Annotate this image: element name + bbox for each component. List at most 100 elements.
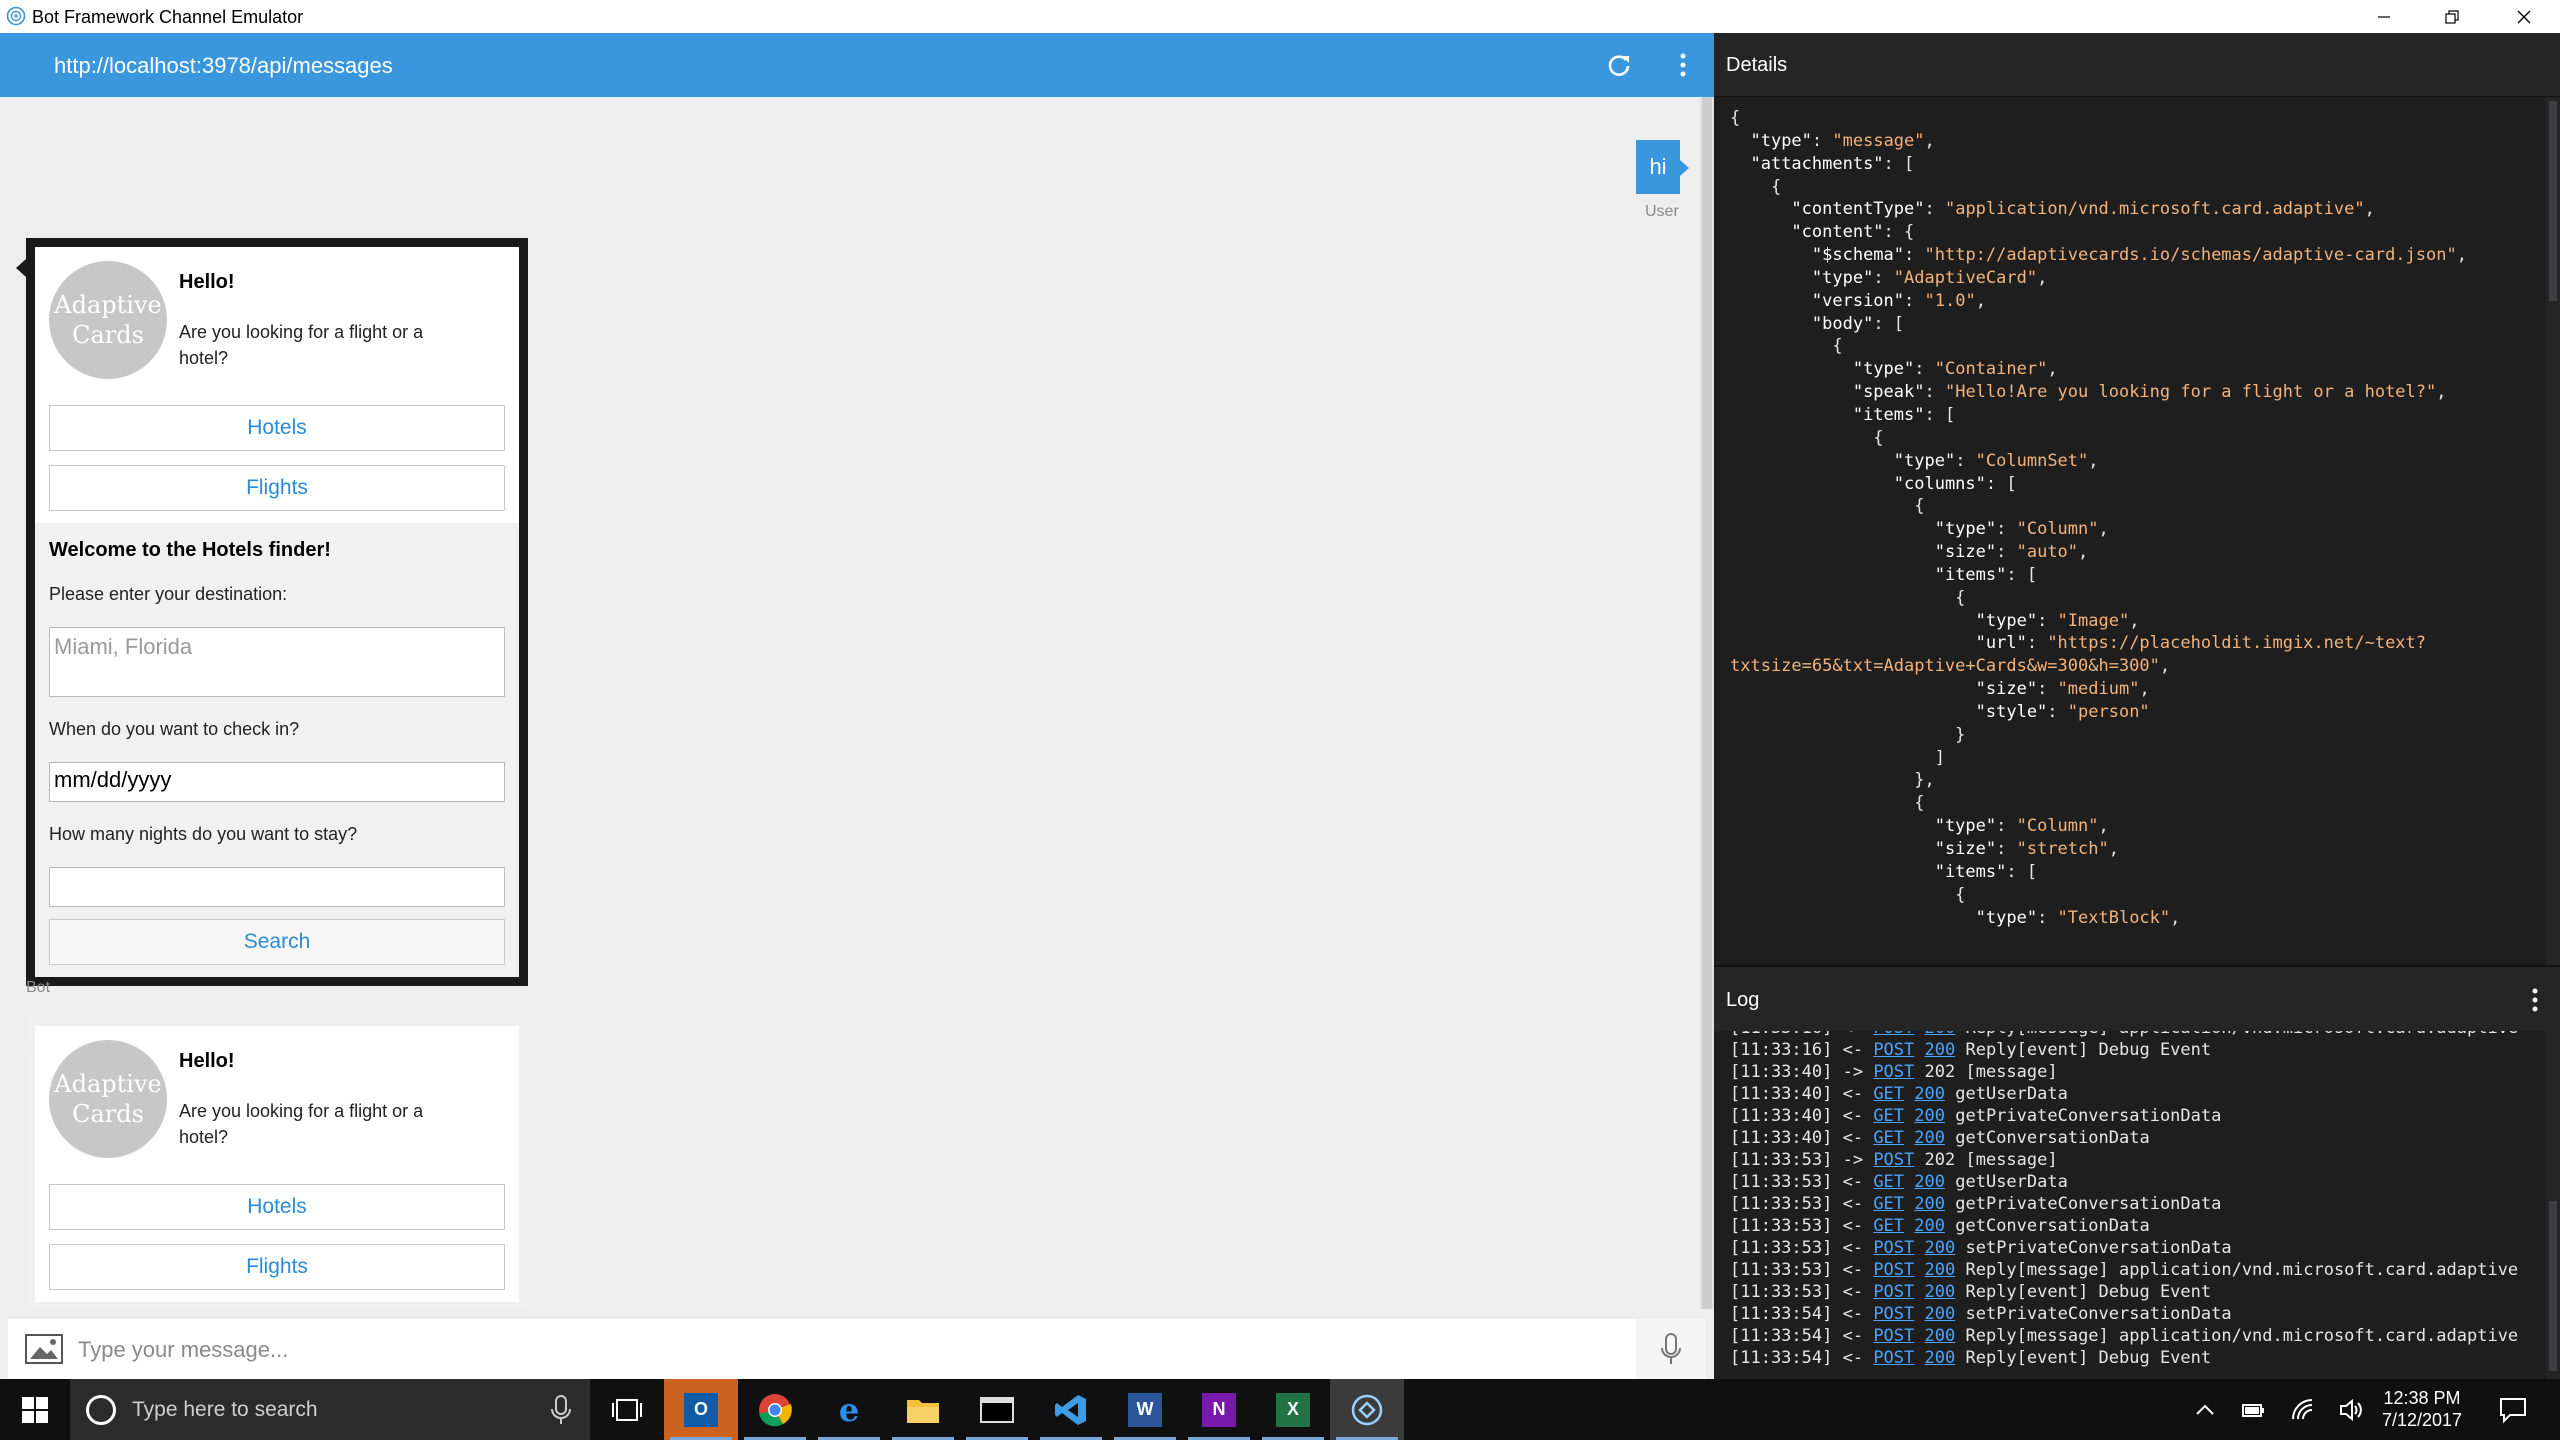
log-method-link[interactable]: GET: [1873, 1106, 1904, 1126]
log-status[interactable]: 200: [1914, 1084, 1945, 1104]
microphone-button[interactable]: [1636, 1319, 1706, 1379]
volume-icon[interactable]: [2338, 1397, 2364, 1423]
scrollbar-thumb[interactable]: [1702, 97, 1712, 1309]
log-status[interactable]: 200: [1925, 1238, 1956, 1258]
log-title: Log: [1726, 989, 1760, 1011]
json-value: "Hello!Are you looking for a flight or a…: [1944, 382, 2437, 403]
log-status[interactable]: 200: [1925, 1326, 1956, 1346]
taskbar-search[interactable]: Type here to search: [70, 1379, 590, 1440]
taskbar-bot-emulator[interactable]: [1330, 1379, 1404, 1440]
task-view-button[interactable]: [590, 1379, 664, 1440]
json-inspector[interactable]: { "type": "message", "attachments": [ { …: [1714, 97, 2546, 965]
hotels-button[interactable]: Hotels: [49, 1184, 505, 1230]
chevron-up-icon[interactable]: [2192, 1397, 2218, 1423]
title-bar: Bot Framework Channel Emulator: [0, 0, 2560, 33]
log-status[interactable]: 200: [1914, 1216, 1945, 1236]
log-method-link[interactable]: GET: [1873, 1216, 1904, 1236]
destination-input[interactable]: Miami, Florida: [49, 627, 505, 697]
log-method-link[interactable]: POST: [1873, 1348, 1914, 1368]
json-key: "$schema": [1811, 245, 1905, 266]
taskbar-chrome[interactable]: [738, 1379, 812, 1440]
log-method-link[interactable]: POST: [1873, 1040, 1914, 1060]
json-punctuation: ,: [2078, 542, 2089, 563]
json-scrollbar[interactable]: [2546, 97, 2560, 965]
log-status[interactable]: 200: [1914, 1128, 1945, 1148]
taskbar-edge[interactable]: e: [812, 1379, 886, 1440]
bot-label: Bot: [26, 979, 51, 996]
battery-icon[interactable]: [2240, 1397, 2266, 1423]
log-status[interactable]: 200: [1925, 1348, 1956, 1368]
log-method-link[interactable]: GET: [1873, 1128, 1904, 1148]
taskbar-terminal[interactable]: [960, 1379, 1034, 1440]
restore-button[interactable]: [2416, 0, 2488, 33]
taskbar-onenote[interactable]: N: [1182, 1379, 1256, 1440]
json-punctuation: [: [1904, 153, 1915, 174]
more-options-icon[interactable]: [1668, 50, 1698, 80]
taskbar-visual-studio[interactable]: [1034, 1379, 1108, 1440]
json-key: "type": [1975, 610, 2038, 631]
card-header: Adaptive Cards Hello! Are you looking for…: [49, 261, 505, 391]
log-method-link[interactable]: POST: [1873, 1304, 1914, 1324]
log-method-link[interactable]: GET: [1873, 1194, 1904, 1214]
taskbar-excel[interactable]: X: [1256, 1379, 1330, 1440]
log-method-link[interactable]: POST: [1873, 1238, 1914, 1258]
taskbar-word[interactable]: W: [1108, 1379, 1182, 1440]
log-method-link[interactable]: GET: [1873, 1172, 1904, 1192]
log-method-link[interactable]: POST: [1873, 1031, 1914, 1038]
log-timestamp: [11:33:54]: [1730, 1326, 1833, 1346]
flights-button[interactable]: Flights: [49, 1244, 505, 1290]
log-method-link[interactable]: GET: [1873, 1084, 1904, 1104]
cortana-icon: [86, 1395, 116, 1425]
log-timestamp: [11:33:54]: [1730, 1348, 1833, 1368]
upload-image-icon[interactable]: [24, 1333, 64, 1365]
bot-emulator-icon: [1351, 1394, 1383, 1425]
log-method-link[interactable]: POST: [1873, 1326, 1914, 1346]
flights-button[interactable]: Flights: [49, 465, 505, 511]
bot-message-selected[interactable]: Adaptive Cards Hello! Are you looking for…: [16, 238, 528, 986]
log-line: [11:33:53] <- GET 200 getUserData: [1730, 1171, 2518, 1193]
endpoint-url[interactable]: http://localhost:3978/api/messages: [54, 53, 393, 79]
system-clock[interactable]: 12:38 PM 7/12/2017: [2362, 1387, 2482, 1431]
user-message-bubble[interactable]: hi: [1636, 140, 1689, 194]
microphone-icon[interactable]: [550, 1395, 572, 1425]
log-status[interactable]: 200: [1925, 1260, 1956, 1280]
start-button[interactable]: [0, 1379, 70, 1440]
hotels-button[interactable]: Hotels: [49, 405, 505, 451]
checkin-date-input[interactable]: mm/dd/yyyy: [49, 762, 505, 802]
minimize-button[interactable]: [2348, 0, 2420, 33]
json-value: "1.0": [1924, 290, 1976, 311]
wifi-icon[interactable]: [2290, 1397, 2316, 1423]
log-direction: <-: [1832, 1084, 1874, 1104]
chat-scrollbar[interactable]: [1700, 97, 1714, 1309]
action-center-icon[interactable]: [2498, 1395, 2528, 1425]
message-input[interactable]: Type your message...: [78, 1337, 288, 1363]
nights-input[interactable]: [49, 867, 505, 907]
refresh-icon[interactable]: [1604, 50, 1634, 80]
log-method-link[interactable]: POST: [1873, 1062, 1914, 1082]
log-status[interactable]: 200: [1925, 1304, 1956, 1324]
log-status[interactable]: 200: [1914, 1194, 1945, 1214]
taskbar-outlook[interactable]: O: [664, 1379, 738, 1440]
taskbar-search-input[interactable]: Type here to search: [132, 1398, 318, 1422]
json-key: "size": [1934, 839, 1997, 859]
log-method-link[interactable]: POST: [1873, 1282, 1914, 1302]
log-scrollbar[interactable]: [2546, 1031, 2560, 1379]
taskbar-file-explorer[interactable]: [886, 1379, 960, 1440]
log-status[interactable]: 200: [1925, 1282, 1956, 1302]
json-key: "content": [1791, 222, 1884, 243]
inspector-pane: Details { "type": "message", "attachment…: [1714, 33, 2560, 1379]
bot-message[interactable]: Adaptive Cards Hello! Are you looking for…: [16, 1017, 528, 1309]
log-status[interactable]: 200: [1925, 1031, 1956, 1038]
scrollbar-thumb[interactable]: [2549, 1201, 2557, 1371]
log-status[interactable]: 200: [1925, 1040, 1956, 1060]
json-key: "url": [1975, 633, 2027, 654]
log-status[interactable]: 200: [1914, 1106, 1945, 1126]
more-options-icon[interactable]: [2520, 985, 2550, 1015]
log-method-link[interactable]: POST: [1873, 1260, 1914, 1280]
search-button[interactable]: Search: [49, 919, 505, 965]
close-button[interactable]: [2488, 0, 2560, 33]
log-timestamp: [11:33:53]: [1730, 1282, 1833, 1302]
scrollbar-thumb[interactable]: [2549, 101, 2557, 301]
log-method-link[interactable]: POST: [1873, 1150, 1914, 1170]
log-status[interactable]: 200: [1914, 1172, 1945, 1192]
